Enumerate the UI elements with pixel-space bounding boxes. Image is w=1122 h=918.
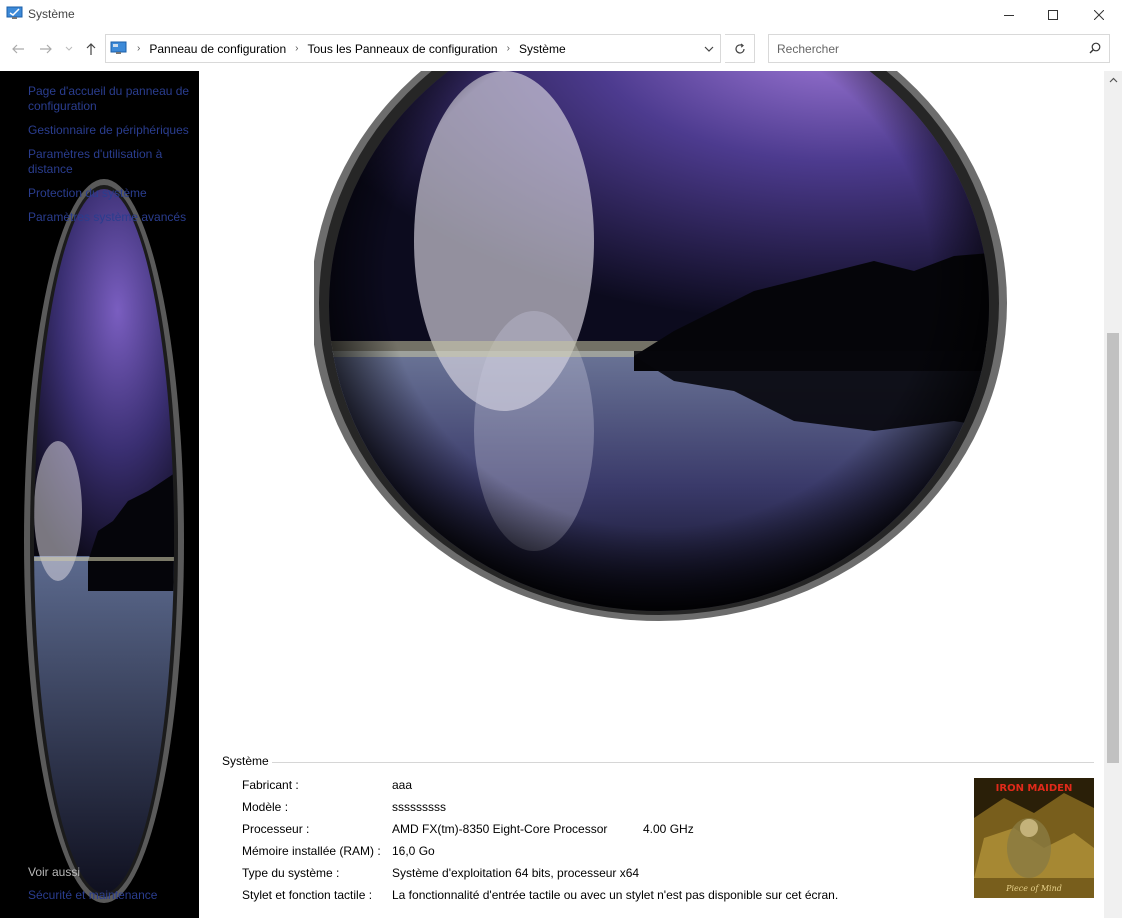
breadcrumb-control-panel[interactable]: Panneau de configuration bbox=[149, 42, 286, 56]
back-arrow-icon bbox=[12, 44, 24, 54]
control-panel-icon bbox=[110, 41, 127, 55]
property-value: aaa bbox=[392, 778, 413, 792]
close-button[interactable] bbox=[1076, 0, 1122, 29]
main-content: Système Fabricant : aaa Modèle : sssssss… bbox=[199, 71, 1104, 918]
vertical-scrollbar[interactable] bbox=[1104, 71, 1122, 918]
property-value: La fonctionnalité d'entrée tactile ou av… bbox=[392, 888, 839, 902]
address-history-button[interactable] bbox=[704, 42, 714, 56]
chevron-down-icon bbox=[704, 46, 714, 52]
breadcrumb: › Panneau de configuration › Tous les Pa… bbox=[128, 35, 566, 62]
recent-locations-button[interactable] bbox=[63, 41, 75, 57]
sidebar-item-system-protection[interactable]: Protection du système bbox=[28, 186, 193, 201]
up-arrow-icon bbox=[86, 43, 96, 55]
breadcrumb-separator-icon: › bbox=[137, 43, 141, 54]
see-also-heading: Voir aussi bbox=[28, 865, 81, 879]
up-button[interactable] bbox=[83, 41, 99, 57]
breadcrumb-separator-icon[interactable]: › bbox=[507, 43, 510, 54]
sidebar-item-remote-settings[interactable]: Paramètres d'utilisation à distance bbox=[28, 147, 168, 177]
refresh-button[interactable] bbox=[725, 34, 755, 63]
property-label: Fabricant : bbox=[242, 778, 299, 792]
minimize-button[interactable] bbox=[986, 0, 1032, 29]
breadcrumb-all-control-panel-items[interactable]: Tous les Panneaux de configuration bbox=[307, 42, 497, 56]
breadcrumb-system[interactable]: Système bbox=[519, 42, 566, 56]
minimize-icon bbox=[1004, 14, 1014, 16]
maximize-icon bbox=[1048, 9, 1058, 20]
property-label: Mémoire installée (RAM) : bbox=[242, 844, 381, 858]
scroll-thumb[interactable] bbox=[1107, 333, 1119, 763]
refresh-icon bbox=[734, 43, 745, 54]
search-icon[interactable] bbox=[1089, 42, 1101, 57]
property-value: Système d'exploitation 64 bits, processe… bbox=[392, 866, 640, 880]
forward-arrow-icon bbox=[40, 44, 52, 54]
album-title-text: IRON MAIDEN bbox=[996, 783, 1073, 794]
address-bar[interactable]: › Panneau de configuration › Tous les Pa… bbox=[105, 34, 721, 63]
property-label: Processeur : bbox=[242, 822, 310, 836]
forward-button[interactable] bbox=[38, 41, 54, 57]
back-button[interactable] bbox=[10, 41, 26, 57]
chevron-up-icon bbox=[1109, 77, 1117, 82]
sidebar-item-advanced-system-settings[interactable]: Paramètres système avancés bbox=[28, 210, 193, 225]
title-bar: Système bbox=[0, 0, 1122, 29]
windows-logo-image bbox=[314, 71, 1007, 621]
property-value: AMD FX(tm)-8350 Eight-Core Processor bbox=[392, 822, 608, 836]
property-value: sssssssss bbox=[392, 800, 446, 814]
sidebar-item-control-panel-home[interactable]: Page d'accueil du panneau de configurati… bbox=[28, 84, 193, 114]
property-label: Modèle : bbox=[242, 800, 289, 814]
oem-logo-image: IRON MAIDEN Piece of Mind bbox=[974, 778, 1094, 898]
property-value: 16,0 Go bbox=[392, 844, 435, 858]
system-section-title: Système bbox=[222, 754, 272, 768]
property-label: Type du système : bbox=[242, 866, 340, 880]
chevron-down-icon bbox=[65, 46, 73, 51]
section-divider bbox=[269, 762, 1094, 763]
search-input[interactable] bbox=[777, 40, 1077, 58]
window-title: Système bbox=[28, 7, 75, 21]
sidebar: Page d'accueil du panneau de configurati… bbox=[0, 71, 199, 918]
wallpaper-oval-image bbox=[24, 179, 184, 903]
see-also-security-maintenance-link[interactable]: Sécurité et maintenance bbox=[28, 888, 157, 902]
album-subtitle-text: Piece of Mind bbox=[1005, 884, 1062, 893]
search-box[interactable] bbox=[768, 34, 1110, 63]
sidebar-tasks: Page d'accueil du panneau de configurati… bbox=[28, 84, 193, 234]
maximize-button[interactable] bbox=[1030, 0, 1076, 29]
processor-speed: 4.00 GHz bbox=[643, 822, 694, 836]
system-icon bbox=[6, 6, 23, 20]
close-icon bbox=[1094, 9, 1104, 20]
sidebar-item-device-manager[interactable]: Gestionnaire de périphériques bbox=[28, 123, 193, 138]
scroll-up-button[interactable] bbox=[1104, 71, 1122, 88]
breadcrumb-separator-icon[interactable]: › bbox=[295, 43, 298, 54]
property-label: Stylet et fonction tactile : bbox=[242, 888, 373, 902]
